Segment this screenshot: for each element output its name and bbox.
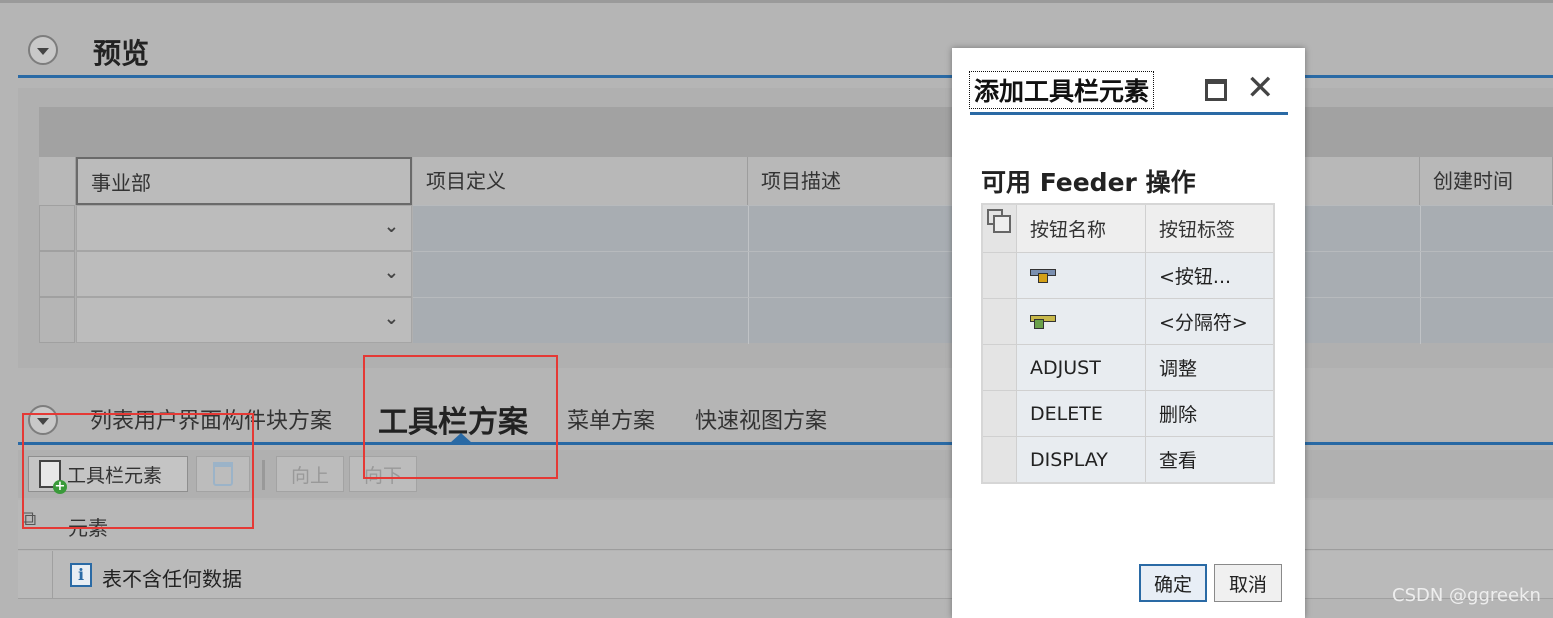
- delete-button[interactable]: [196, 456, 250, 492]
- column-header-button-name[interactable]: 按钮名称: [1017, 205, 1146, 252]
- column-divider: [748, 206, 749, 252]
- preview-title: 预览: [93, 37, 150, 70]
- column-header-button-label[interactable]: 按钮标签: [1146, 205, 1273, 252]
- close-icon[interactable]: ✕: [1246, 70, 1275, 106]
- row-selector[interactable]: [39, 297, 75, 343]
- button-name-cell: ADJUST: [1017, 345, 1146, 390]
- cancel-button[interactable]: 取消: [1214, 564, 1282, 602]
- button-label-cell: 删除: [1146, 391, 1273, 436]
- active-tab-indicator: [450, 433, 472, 443]
- add-toolbar-element-dialog: 添加工具栏元素 ✕ 可用 Feeder 操作 按钮名称 按钮标签 <按钮... …: [952, 48, 1305, 618]
- feeder-actions-table: 按钮名称 按钮标签 <按钮... <分隔符> ADJUST 调整 DELETE …: [981, 203, 1275, 484]
- tab-list-uibb-scheme[interactable]: 列表用户界面构件块方案: [90, 403, 332, 435]
- button-label-cell: 查看: [1146, 437, 1273, 482]
- column-divider: [1420, 298, 1421, 344]
- business-unit-dropdown[interactable]: ⌄: [76, 297, 412, 343]
- column-divider: [748, 298, 749, 344]
- move-down-button[interactable]: 向下: [349, 456, 417, 492]
- tab-quick-view-scheme[interactable]: 快速视图方案: [695, 403, 827, 435]
- preview-panel: 事业部 项目定义 项目描述 创建时间 ⌄ ⌄ ⌄: [18, 88, 1553, 368]
- select-all-icon: [987, 209, 1011, 233]
- collapse-preview-icon[interactable]: [28, 35, 58, 65]
- maximize-icon[interactable]: [1205, 79, 1227, 101]
- column-divider: [1420, 206, 1421, 252]
- table-row: ⌄: [39, 297, 1553, 344]
- watermark: CSDN @ggreekn: [1392, 585, 1541, 606]
- collapse-schemes-icon[interactable]: [28, 405, 58, 435]
- row-selector[interactable]: [983, 345, 1017, 390]
- select-all-icon[interactable]: ⧉: [22, 506, 36, 530]
- preview-section-header: 预览: [18, 20, 1553, 78]
- column-divider: [1420, 252, 1421, 298]
- element-column-header: 元素: [68, 516, 108, 540]
- scheme-tabs-header: 列表用户界面构件块方案 工具栏方案 菜单方案 快速视图方案: [18, 395, 1553, 445]
- column-header-project-definition[interactable]: 项目定义: [413, 157, 748, 205]
- row-selector[interactable]: [39, 251, 75, 297]
- chevron-down-icon: ⌄: [383, 216, 399, 237]
- button-name-cell: DISPLAY: [1017, 437, 1146, 482]
- button-label-cell: <分隔符>: [1146, 299, 1273, 344]
- business-unit-dropdown[interactable]: ⌄: [76, 251, 412, 297]
- tab-menu-scheme[interactable]: 菜单方案: [567, 403, 655, 435]
- grid-selector-header: [39, 157, 76, 205]
- ok-button[interactable]: 确定: [1139, 564, 1207, 602]
- separator-icon: [1030, 314, 1056, 329]
- column-header-business-unit[interactable]: 事业部: [76, 157, 412, 205]
- empty-table-message: 表不含任何数据: [102, 567, 242, 591]
- row-selector[interactable]: [39, 205, 75, 251]
- info-icon: i: [70, 563, 92, 587]
- grid-toolbar: [39, 107, 1553, 157]
- select-all-cell[interactable]: [983, 205, 1017, 252]
- table-row[interactable]: <按钮...: [983, 252, 1273, 298]
- element-list-header: ⧉ 元素: [18, 500, 1553, 550]
- row-selector[interactable]: [983, 437, 1017, 482]
- dialog-title: 添加工具栏元素: [968, 71, 1155, 109]
- button-name-cell: DELETE: [1017, 391, 1146, 436]
- row-selector[interactable]: [983, 299, 1017, 344]
- empty-list-row: i 表不含任何数据: [18, 551, 1553, 599]
- table-header-row: 按钮名称 按钮标签: [983, 205, 1273, 252]
- trash-icon: [213, 462, 233, 486]
- row-selector: [18, 551, 53, 599]
- toolbar: 工具栏元素 向上 向下: [18, 450, 1553, 498]
- available-feeder-actions-title: 可用 Feeder 操作: [981, 168, 1196, 197]
- row-selector[interactable]: [983, 253, 1017, 298]
- row-selector[interactable]: [983, 391, 1017, 436]
- column-header-created-time[interactable]: 创建时间: [1420, 157, 1553, 205]
- table-row: ⌄: [39, 205, 1553, 252]
- button-label-cell: <按钮...: [1146, 253, 1273, 298]
- dialog-title-underline: [970, 112, 1288, 115]
- business-unit-dropdown[interactable]: ⌄: [76, 205, 412, 251]
- button-label-cell: 调整: [1146, 345, 1273, 390]
- move-up-button[interactable]: 向上: [276, 456, 344, 492]
- button-name-cell: [1017, 299, 1146, 344]
- button-icon: [1030, 268, 1056, 283]
- table-row[interactable]: DISPLAY 查看: [983, 436, 1273, 482]
- table-row: ⌄: [39, 251, 1553, 298]
- table-row[interactable]: DELETE 删除: [983, 390, 1273, 436]
- chevron-down-icon: ⌄: [383, 262, 399, 283]
- add-toolbar-element-label: 工具栏元素: [67, 464, 163, 487]
- chevron-down-icon: ⌄: [383, 308, 399, 329]
- new-document-icon: [39, 460, 67, 494]
- table-row[interactable]: <分隔符>: [983, 298, 1273, 344]
- column-divider: [748, 252, 749, 298]
- add-toolbar-element-button[interactable]: 工具栏元素: [28, 456, 188, 494]
- table-row[interactable]: ADJUST 调整: [983, 344, 1273, 390]
- toolbar-separator: [262, 460, 265, 490]
- top-divider: [0, 0, 1553, 3]
- button-name-cell: [1017, 253, 1146, 298]
